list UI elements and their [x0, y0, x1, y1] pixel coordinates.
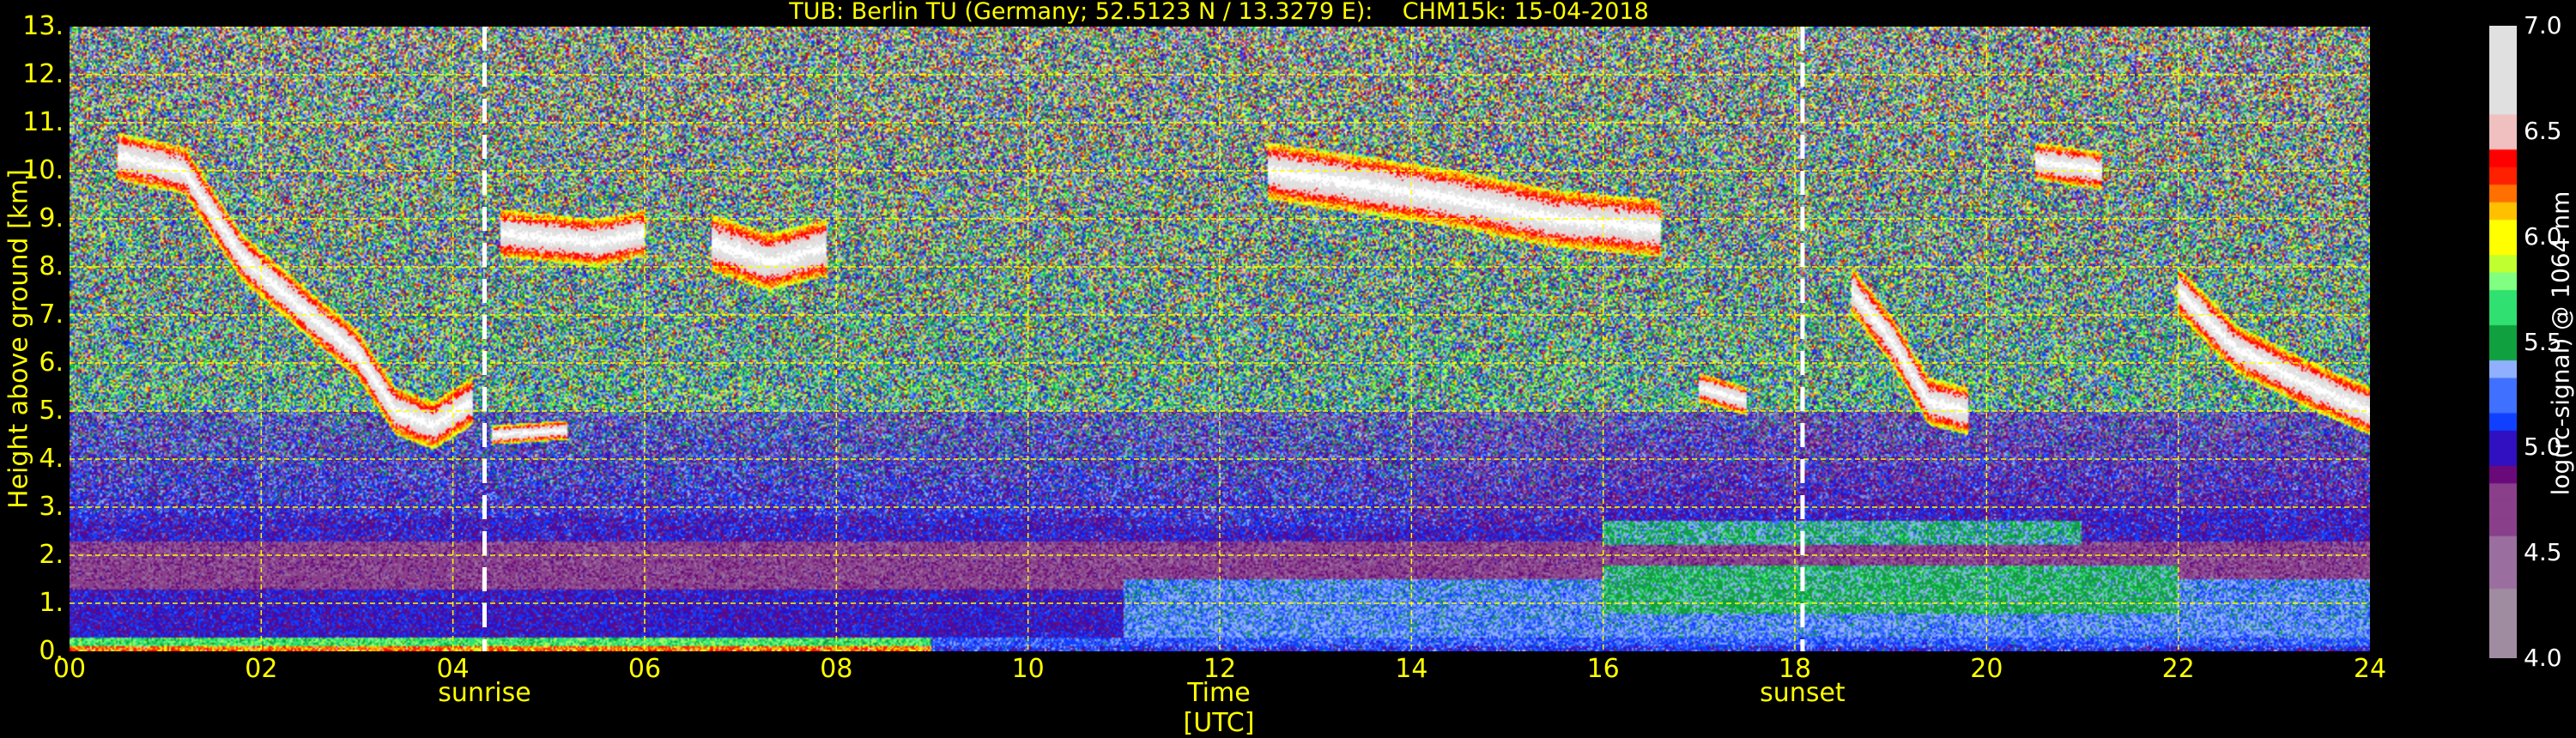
x-tick-label: 06: [627, 654, 662, 684]
x-tick-label: 00: [52, 654, 87, 684]
plot-area: [70, 27, 2370, 651]
x-tick-label: 08: [820, 654, 853, 684]
sunset-label: sunset: [1760, 678, 1846, 708]
x-axis-label: Time [UTC]: [1183, 678, 1255, 738]
x-tick-label: 02: [245, 654, 278, 684]
x-tick-label: 22: [2161, 654, 2195, 684]
y-axis-label: Height above ground [km]: [3, 169, 34, 509]
y-tick-label: 13.: [22, 11, 64, 41]
colorbar-tick-label: 4.0: [2524, 644, 2562, 672]
x-tick-label: 16: [1586, 654, 1620, 684]
sunrise-label: sunrise: [438, 678, 531, 708]
chart-title: TUB: Berlin TU (Germany; 52.5123 N / 13.…: [789, 0, 1649, 25]
y-tick-label: 2.: [39, 540, 64, 570]
colorbar-tick-label: 7.0: [2524, 11, 2562, 39]
grid-overlay: [70, 27, 2370, 651]
y-tick-label: 11.: [22, 107, 64, 137]
y-tick-label: 1.: [39, 588, 64, 618]
x-tick-label: 10: [1011, 654, 1045, 684]
colorbar-label: log(rc-signal) @ 1064 nm: [2546, 191, 2575, 496]
x-tick-label: 20: [1970, 654, 2003, 684]
y-tick-label: 12.: [22, 59, 64, 89]
colorbar-tick-label: 4.5: [2524, 538, 2562, 567]
x-tick-label: 24: [2353, 654, 2387, 684]
x-tick-label: 14: [1395, 654, 1428, 684]
colorbar-tick-label: 6.5: [2524, 116, 2562, 145]
colorbar: [2489, 26, 2517, 658]
